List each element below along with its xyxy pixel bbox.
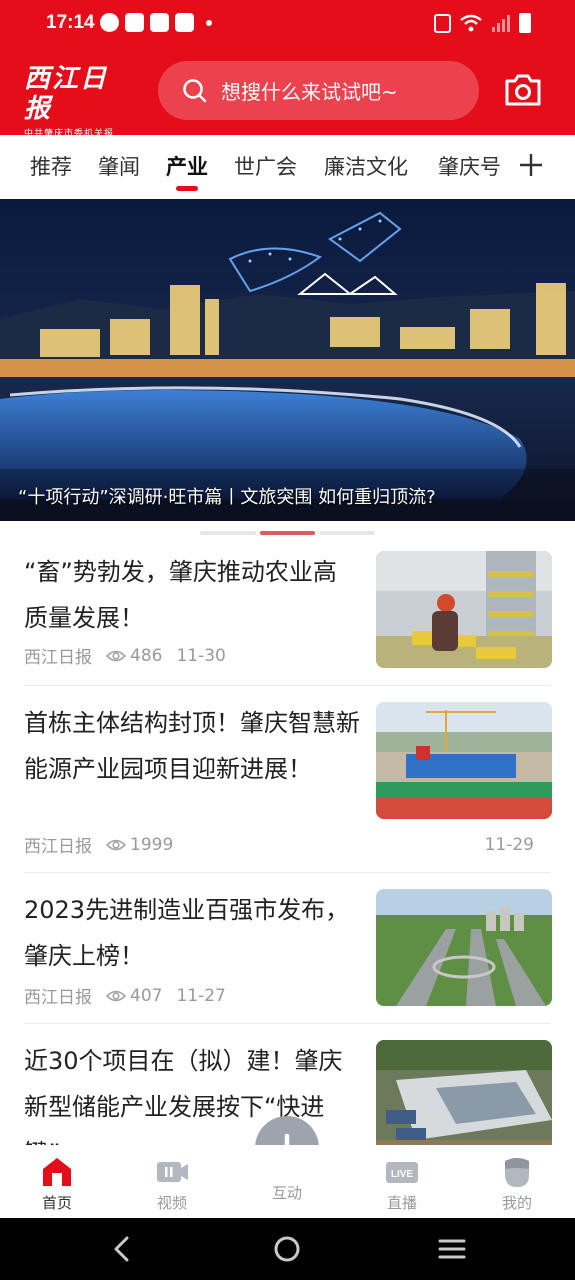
mail-notification-icon [125,13,144,32]
nav-interact-label: 互动 [271,1184,302,1202]
banner-carousel[interactable]: “十项行动”深调研·旺市篇丨文旅突围 如何重归顶流? [0,199,575,521]
app-logo: 西江日报 中共肇庆市委机关报 [24,64,134,139]
news-title: 首栋主体结构封顶！肇庆智慧新能源产业园项目迎新进展！ [24,709,360,783]
nav-interact[interactable]: 互动 [247,1179,327,1203]
vibrate-icon [434,13,451,33]
battery-icon [519,13,531,33]
thumbnail-image [376,551,552,668]
news-thumbnail [376,1040,552,1145]
views-icon [106,990,126,1001]
mail-notification-icon [175,13,194,32]
search-placeholder: 想搜什么来试试吧~ [221,80,398,104]
banner-image [0,199,575,521]
logo-text: 西江日报 [24,64,109,124]
system-status-icons [434,13,531,33]
divider [24,872,551,873]
views-icon [106,650,126,661]
search-input[interactable]: 想搜什么来试试吧~ [158,61,479,120]
thumbnail-image [376,702,552,819]
tab-world-expo[interactable]: 世广会 [234,151,297,181]
news-views: 407 [130,985,163,1006]
status-time: 17:14 [46,12,95,33]
nav-live-label: 直播 [386,1194,417,1212]
add-channel-icon[interactable] [518,152,544,178]
bottom-nav: 首页 视频 互动 LIVE 直播 我的 [0,1145,575,1218]
pager-dot [200,531,256,535]
recents-menu-icon[interactable] [438,1238,466,1260]
news-source: 西江日报 [24,648,92,668]
news-title: 2023先进制造业百强市发布，肇庆上榜！ [24,896,350,970]
tab-zhaoqing-hao[interactable]: 肇庆号 [438,151,501,181]
mail-notification-icon [150,13,169,32]
tab-zhaowen[interactable]: 肇闻 [98,151,140,181]
nav-home[interactable]: 首页 [17,1155,97,1213]
system-navigation-bar [0,1218,575,1280]
news-thumbnail [376,702,552,819]
divider [24,1023,551,1024]
live-icon: LIVE [386,1162,418,1183]
views-icon [106,839,126,850]
news-source: 西江日报 [24,988,92,1008]
home-icon [43,1158,71,1186]
home-button-icon[interactable] [273,1235,301,1263]
more-notifications-icon [206,19,212,26]
news-date: 11-29 [484,834,534,855]
notification-icons [100,13,212,32]
nav-profile[interactable]: 我的 [477,1155,557,1213]
back-icon[interactable] [110,1236,134,1262]
carousel-pager [200,531,376,535]
nav-live[interactable]: LIVE 直播 [362,1155,442,1213]
news-meta: 西江日报 1999 11-29 [24,832,534,858]
pager-dot-active [259,531,316,535]
news-date: 11-27 [176,985,226,1006]
news-source: 西江日报 [24,837,92,857]
thumbnail-image [376,889,552,1006]
thumbnail-image [376,1040,552,1145]
news-thumbnail [376,889,552,1006]
signal-icon [492,15,510,32]
status-bar: 17:14 [0,0,575,46]
tab-recommend[interactable]: 推荐 [30,151,72,181]
nav-home-label: 首页 [41,1194,72,1212]
search-icon [183,78,207,102]
nav-video[interactable]: 视频 [132,1155,212,1213]
news-date: 11-30 [176,645,226,666]
camera-icon[interactable] [503,72,543,108]
news-views: 486 [130,645,163,666]
tab-integrity-culture[interactable]: 廉洁文化 [324,151,408,181]
news-views: 1999 [130,834,174,855]
app-header: 西江日报 中共肇庆市委机关报 想搜什么来试试吧~ [0,46,575,139]
active-tab-indicator [176,186,198,191]
wifi-icon [460,14,482,32]
clock-notification-icon [100,13,119,32]
category-tabs: 推荐 肇闻 产业 世广会 廉洁文化 肇庆号 [0,135,575,199]
tab-industry[interactable]: 产业 [166,151,208,181]
nav-profile-label: 我的 [501,1194,532,1212]
news-title: “畜”势勃发，肇庆推动农业高质量发展！ [24,558,337,632]
nav-video-label: 视频 [156,1194,187,1212]
live-badge-text: LIVE [391,1169,414,1180]
video-icon [157,1162,188,1182]
banner-caption: “十项行动”深调研·旺市篇丨文旅突围 如何重归顶流? [18,487,436,508]
pager-dot [319,531,376,535]
profile-icon [505,1158,529,1187]
news-thumbnail [376,551,552,668]
divider [24,685,551,686]
